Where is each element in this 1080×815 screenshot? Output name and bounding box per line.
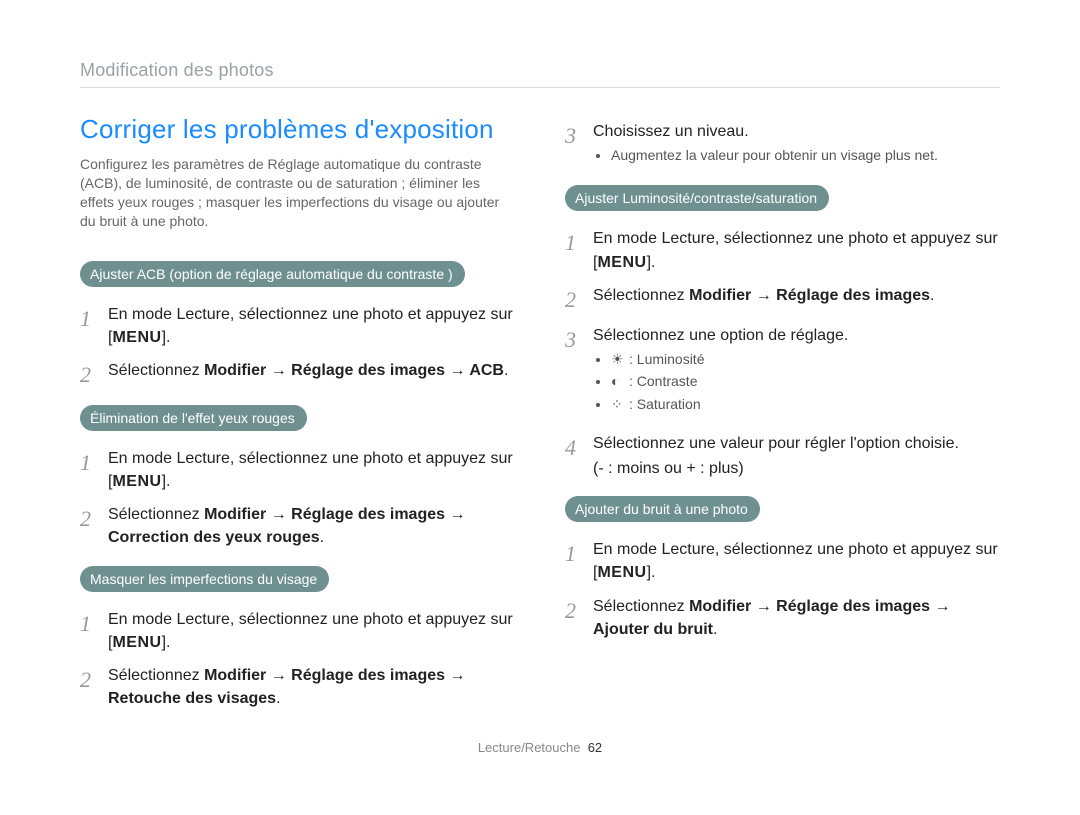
text: : Contraste bbox=[629, 373, 697, 389]
step-text: Sélectionnez Modifier → Réglage des imag… bbox=[108, 664, 515, 712]
noise-step-1: 1 En mode Lecture, sélectionnez une phot… bbox=[565, 538, 1000, 586]
step-text: En mode Lecture, sélectionnez une photo … bbox=[108, 303, 515, 351]
step-text: Sélectionnez Modifier → Réglage des imag… bbox=[108, 359, 515, 384]
bcs-step-2: 2 Sélectionnez Modifier → Réglage des im… bbox=[565, 284, 1000, 316]
brightness-icon: ☀ bbox=[611, 349, 629, 369]
footer: Lecture/Retouche 62 bbox=[80, 740, 1000, 755]
step-text: Sélectionnez une option de réglage. ☀: L… bbox=[593, 324, 1000, 424]
step-text: En mode Lecture, sélectionnez une photo … bbox=[108, 447, 515, 495]
step-text: Sélectionnez Modifier → Réglage des imag… bbox=[593, 284, 1000, 309]
breadcrumb: Modification des photos bbox=[80, 60, 1000, 88]
page: Modification des photos Corriger les pro… bbox=[0, 0, 1080, 785]
step-number: 1 bbox=[80, 303, 108, 335]
step-text: Choisissez un niveau. Augmentez la valeu… bbox=[593, 120, 1000, 171]
step-number: 2 bbox=[565, 595, 593, 627]
step-text: En mode Lecture, sélectionnez une photo … bbox=[593, 538, 1000, 586]
face-step-1: 1 En mode Lecture, sélectionnez une phot… bbox=[80, 608, 515, 656]
right-column: 3 Choisissez un niveau. Augmentez la val… bbox=[565, 114, 1000, 720]
menu-button-label: MENU bbox=[112, 634, 161, 651]
menu-button-label: MENU bbox=[597, 254, 646, 271]
text: : Saturation bbox=[629, 396, 701, 412]
menu-button-label: MENU bbox=[597, 564, 646, 581]
text: Choisissez un niveau. bbox=[593, 120, 1000, 143]
step-number: 1 bbox=[80, 608, 108, 640]
redeye-step-2: 2 Sélectionnez Modifier → Réglage des im… bbox=[80, 503, 515, 551]
acb-step-1: 1 En mode Lecture, sélectionnez une phot… bbox=[80, 303, 515, 351]
step-text: Sélectionnez Modifier → Réglage des imag… bbox=[108, 503, 515, 551]
text: ]. bbox=[162, 634, 171, 651]
text: Sélectionnez une option de réglage. bbox=[593, 324, 1000, 347]
left-column: Corriger les problèmes d'exposition Conf… bbox=[80, 114, 515, 720]
step-number: 4 bbox=[565, 432, 593, 464]
text: Sélectionnez bbox=[593, 287, 689, 304]
text: ]. bbox=[162, 329, 171, 346]
step-number: 2 bbox=[80, 503, 108, 535]
text: : Luminosité bbox=[629, 351, 704, 367]
menu-button-label: MENU bbox=[112, 473, 161, 490]
section-face-title: Masquer les imperfections du visage bbox=[80, 566, 329, 592]
step-number: 2 bbox=[80, 359, 108, 391]
step-number: 1 bbox=[565, 538, 593, 570]
text: Sélectionnez bbox=[108, 362, 204, 379]
text: (- : moins ou + : plus) bbox=[593, 457, 1000, 480]
section-noise-title: Ajouter du bruit à une photo bbox=[565, 496, 760, 522]
bcs-step-3: 3 Sélectionnez une option de réglage. ☀:… bbox=[565, 324, 1000, 424]
text: ]. bbox=[647, 564, 656, 581]
menu-button-label: MENU bbox=[112, 329, 161, 346]
text: ]. bbox=[162, 473, 171, 490]
saturation-icon: ⁘ bbox=[611, 394, 629, 414]
step-text: Sélectionnez Modifier → Réglage des imag… bbox=[593, 595, 1000, 643]
footer-section: Lecture/Retouche bbox=[478, 740, 581, 755]
text: . bbox=[504, 362, 508, 379]
step-number: 2 bbox=[80, 664, 108, 696]
step-text: En mode Lecture, sélectionnez une photo … bbox=[593, 227, 1000, 275]
two-column-layout: Corriger les problèmes d'exposition Conf… bbox=[80, 114, 1000, 720]
noise-step-2: 2 Sélectionnez Modifier → Réglage des im… bbox=[565, 595, 1000, 643]
step-number: 3 bbox=[565, 120, 593, 152]
section-acb-title: Ajuster ACB (option de réglage automatiq… bbox=[80, 261, 465, 287]
text: . bbox=[320, 529, 324, 546]
contrast-icon: ◐ bbox=[611, 371, 629, 391]
text: Sélectionnez bbox=[108, 667, 204, 684]
text: . bbox=[713, 621, 717, 638]
text: . bbox=[930, 287, 934, 304]
option-saturation: ⁘: Saturation bbox=[611, 394, 1000, 414]
acb-step-2: 2 Sélectionnez Modifier → Réglage des im… bbox=[80, 359, 515, 391]
text: Sélectionnez bbox=[108, 506, 204, 523]
option-brightness: ☀: Luminosité bbox=[611, 349, 1000, 369]
step-number: 1 bbox=[565, 227, 593, 259]
page-number: 62 bbox=[588, 740, 602, 755]
bcs-step-1: 1 En mode Lecture, sélectionnez une phot… bbox=[565, 227, 1000, 275]
text: ]. bbox=[647, 254, 656, 271]
step-text: Sélectionnez une valeur pour régler l'op… bbox=[593, 432, 1000, 482]
section-redeye-title: Élimination de l'effet yeux rouges bbox=[80, 405, 307, 431]
page-title: Corriger les problèmes d'exposition bbox=[80, 114, 515, 145]
face-step-3: 3 Choisissez un niveau. Augmentez la val… bbox=[565, 120, 1000, 171]
step-number: 2 bbox=[565, 284, 593, 316]
bcs-step-4: 4 Sélectionnez une valeur pour régler l'… bbox=[565, 432, 1000, 482]
text: . bbox=[276, 690, 280, 707]
section-bcs-title: Ajuster Luminosité/contraste/saturation bbox=[565, 185, 829, 211]
option-contrast: ◐: Contraste bbox=[611, 371, 1000, 391]
text: Sélectionnez une valeur pour régler l'op… bbox=[593, 432, 1000, 455]
menu-path: Modifier → Réglage des images → ACB bbox=[204, 362, 504, 379]
bullet-item: Augmentez la valeur pour obtenir un visa… bbox=[611, 145, 1000, 165]
face-step-2: 2 Sélectionnez Modifier → Réglage des im… bbox=[80, 664, 515, 712]
step-number: 1 bbox=[80, 447, 108, 479]
intro-text: Configurez les paramètres de Réglage aut… bbox=[80, 155, 515, 231]
menu-path: Modifier → Réglage des images bbox=[689, 287, 930, 304]
step-number: 3 bbox=[565, 324, 593, 356]
redeye-step-1: 1 En mode Lecture, sélectionnez une phot… bbox=[80, 447, 515, 495]
step-text: En mode Lecture, sélectionnez une photo … bbox=[108, 608, 515, 656]
text: Sélectionnez bbox=[593, 598, 689, 615]
